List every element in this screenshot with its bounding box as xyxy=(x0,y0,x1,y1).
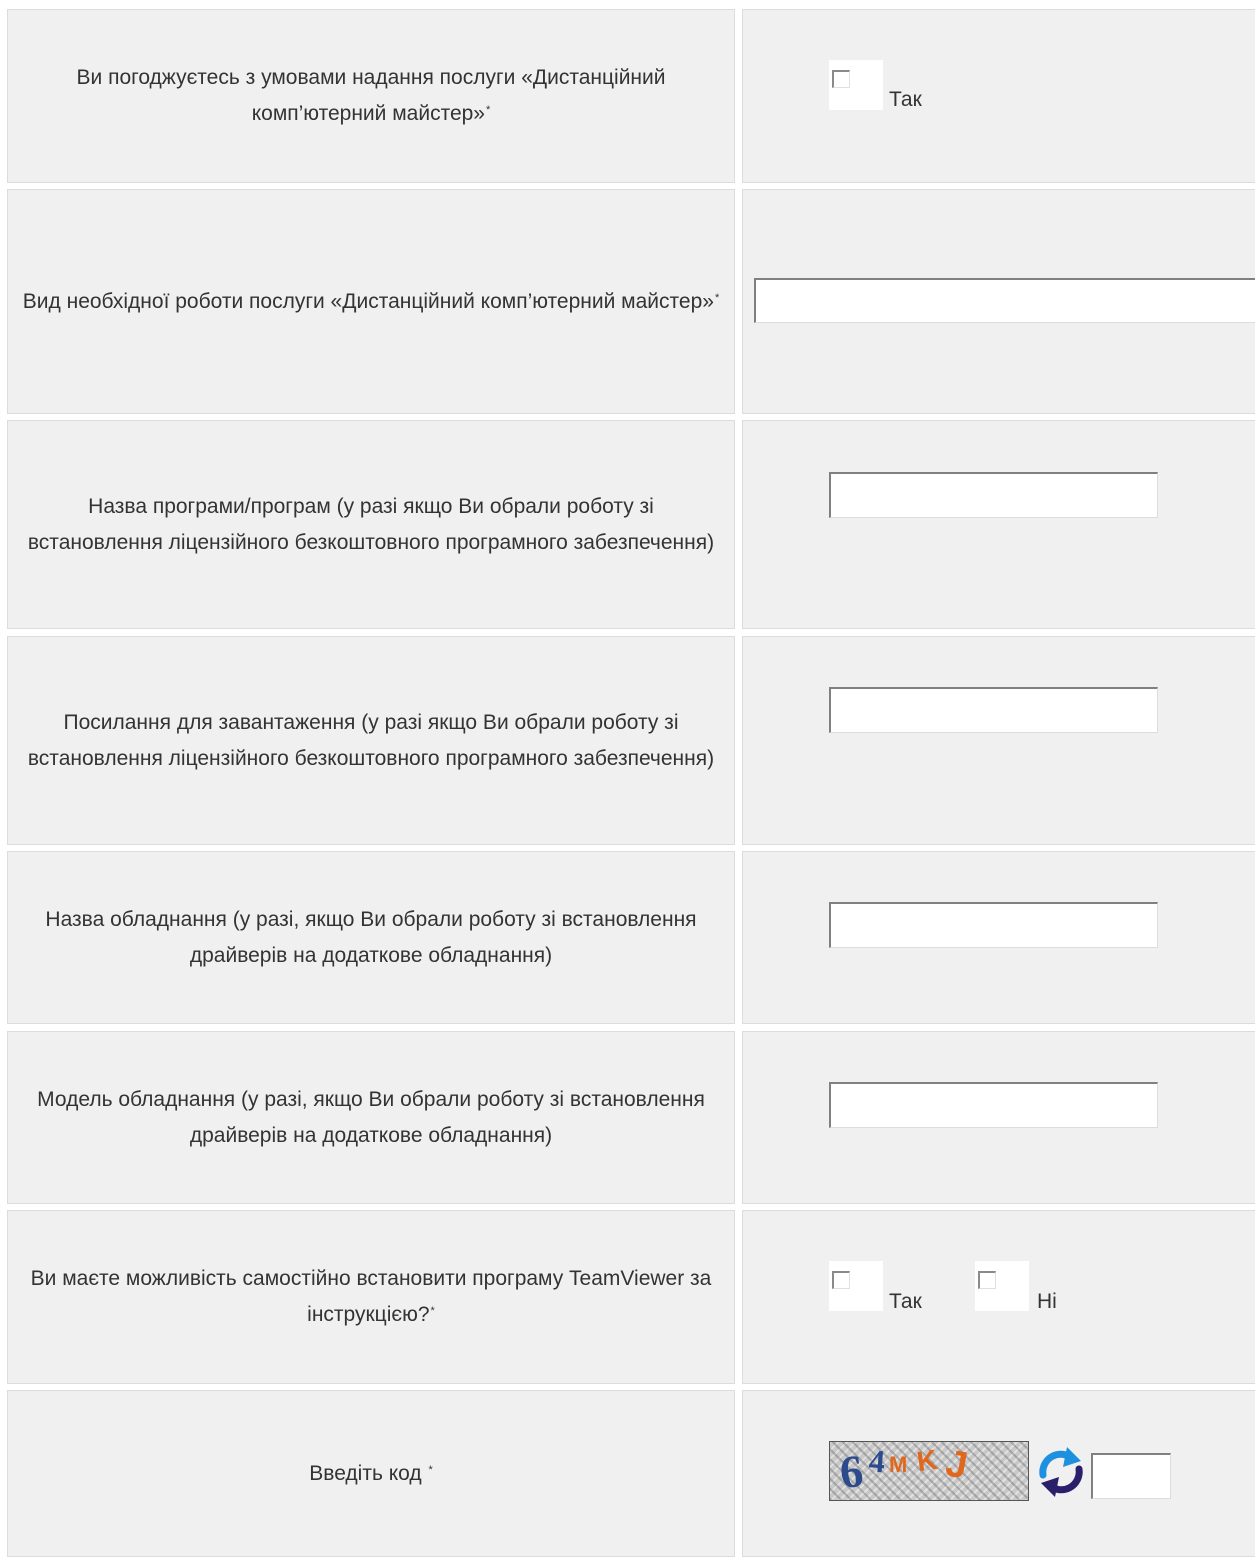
program-name-answer-cell xyxy=(742,420,1255,629)
required-mark: * xyxy=(714,291,720,304)
download-link-question: Посилання для завантаження (у разі якщо … xyxy=(27,710,715,770)
captcha-char: K xyxy=(915,1443,940,1478)
download-link-input[interactable] xyxy=(829,687,1158,733)
form-row-teamviewer: Ви маєте можливість самостійно встановит… xyxy=(7,1210,1255,1384)
teamviewer-question-cell: Ви маєте можливість самостійно встановит… xyxy=(7,1210,735,1384)
required-mark: * xyxy=(430,1305,435,1317)
work-type-answer-cell xyxy=(742,189,1255,414)
teamviewer-no-checkbox[interactable] xyxy=(975,1261,1029,1311)
work-type-select[interactable] xyxy=(754,278,1255,323)
captcha-image: 6 4 M K J xyxy=(829,1441,1029,1501)
work-type-question-cell: Вид необхідної роботи послуги «Дистанцій… xyxy=(7,189,735,414)
captcha-char: J xyxy=(942,1441,971,1488)
agree-yes-label: Так xyxy=(889,88,922,111)
captcha-question-cell: Введіть код * xyxy=(7,1390,735,1557)
agree-answer-cell: Так xyxy=(742,9,1255,183)
captcha-char: M xyxy=(889,1452,908,1477)
program-name-question: Назва програми/програм (у разі якщо Ви о… xyxy=(27,494,715,554)
checkbox-box[interactable] xyxy=(978,1271,996,1289)
captcha-answer-cell: 6 4 M K J xyxy=(742,1390,1255,1557)
form-row-equipment-model: Модель обладнання (у разі, якщо Ви обрал… xyxy=(7,1031,1255,1204)
refresh-captcha-icon[interactable] xyxy=(1033,1441,1089,1501)
equipment-name-question: Назва обладнання (у разі, якщо Ви обрали… xyxy=(45,907,697,967)
teamviewer-yes-checkbox[interactable] xyxy=(829,1261,883,1311)
refresh-icon[interactable] xyxy=(1033,1441,1089,1501)
equipment-model-answer-cell xyxy=(742,1031,1255,1204)
agree-question: Ви погоджуєтесь з умовами надання послуг… xyxy=(76,66,666,125)
checkbox-box[interactable] xyxy=(832,1271,850,1289)
captcha-char: 4 xyxy=(867,1441,887,1480)
equipment-model-question-cell: Модель обладнання (у разі, якщо Ви обрал… xyxy=(7,1031,735,1204)
teamviewer-yes-label: Так xyxy=(889,1290,922,1313)
teamviewer-question: Ви маєте можливість самостійно встановит… xyxy=(30,1267,712,1326)
equipment-name-input[interactable] xyxy=(829,902,1158,948)
equipment-model-input[interactable] xyxy=(829,1082,1158,1128)
required-mark: * xyxy=(486,104,491,116)
equipment-name-answer-cell xyxy=(742,851,1255,1024)
captcha-char: 6 xyxy=(837,1444,866,1498)
captcha-label: Введіть код xyxy=(309,1461,428,1485)
agree-yes-checkbox[interactable] xyxy=(829,60,883,110)
form-row-agree: Ви погоджуєтесь з умовами надання послуг… xyxy=(7,9,1255,183)
form-row-captcha: Введіть код * 6 4 M K J xyxy=(7,1390,1255,1557)
required-mark: * xyxy=(428,1463,433,1476)
download-link-question-cell: Посилання для завантаження (у разі якщо … xyxy=(7,636,735,845)
equipment-name-question-cell: Назва обладнання (у разі, якщо Ви обрали… xyxy=(7,851,735,1024)
form-row-program-name: Назва програми/програм (у разі якщо Ви о… xyxy=(7,420,1255,629)
program-name-input[interactable] xyxy=(829,472,1158,518)
program-name-question-cell: Назва програми/програм (у разі якщо Ви о… xyxy=(7,420,735,629)
checkbox-box[interactable] xyxy=(832,70,850,88)
agree-question-cell: Ви погоджуєтесь з умовами надання послуг… xyxy=(7,9,735,183)
captcha-input[interactable] xyxy=(1091,1453,1171,1499)
download-link-answer-cell xyxy=(742,636,1255,845)
form-row-equipment-name: Назва обладнання (у разі, якщо Ви обрали… xyxy=(7,851,1255,1024)
form-row-work-type: Вид необхідної роботи послуги «Дистанцій… xyxy=(7,189,1255,414)
form-row-download-link: Посилання для завантаження (у разі якщо … xyxy=(7,636,1255,845)
equipment-model-question: Модель обладнання (у разі, якщо Ви обрал… xyxy=(37,1087,705,1147)
work-type-question: Вид необхідної роботи послуги «Дистанцій… xyxy=(22,289,714,313)
teamviewer-answer-cell: Так Ні xyxy=(742,1210,1255,1384)
teamviewer-no-label: Ні xyxy=(1037,1290,1057,1313)
